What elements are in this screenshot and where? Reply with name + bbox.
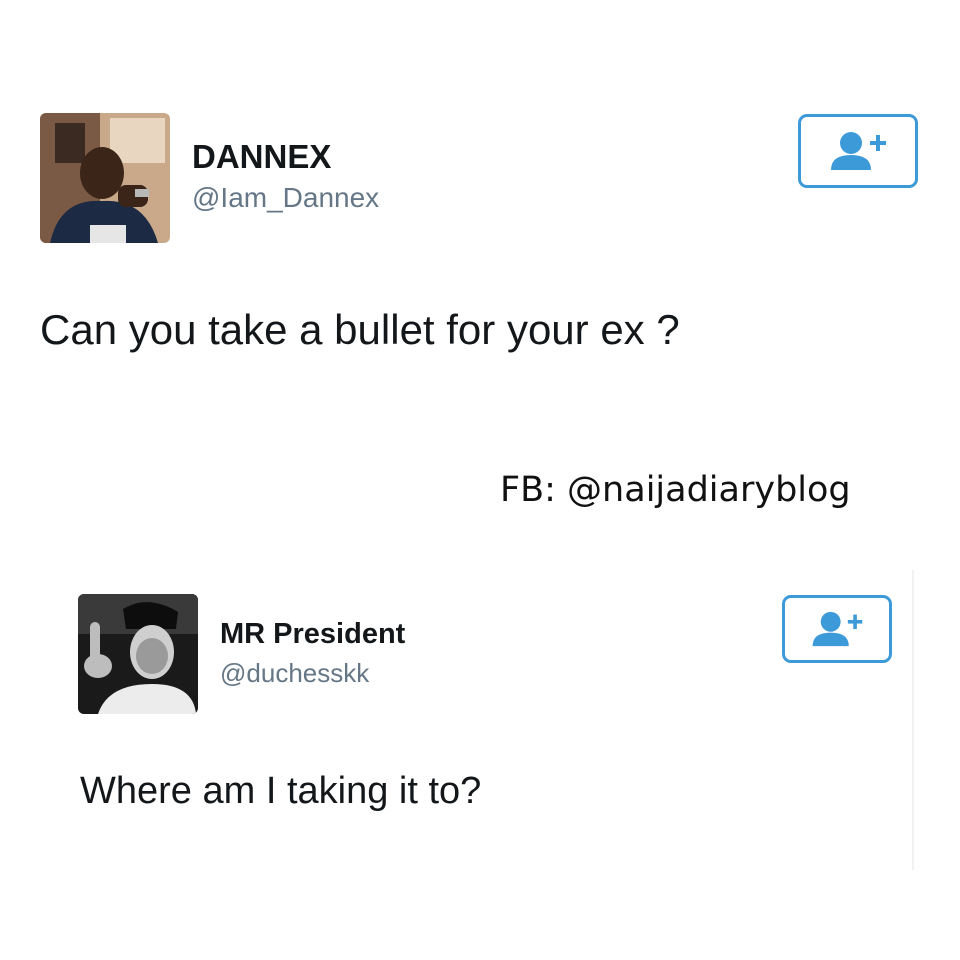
avatar-photo-icon	[78, 594, 198, 714]
avatar-dannex[interactable]	[40, 113, 170, 243]
tweet-mr-president: MR President @duchesskk Where am I takin…	[0, 570, 960, 870]
avatar-photo-icon	[40, 113, 170, 243]
watermark: FB: @naijadiaryblog	[500, 470, 851, 510]
screenshot-page: DANNEX @Iam_Dannex Can you take a bullet…	[0, 0, 960, 960]
follow-button[interactable]	[782, 595, 892, 663]
avatar-mr-president[interactable]	[78, 594, 198, 714]
follow-user-icon	[831, 132, 886, 170]
follow-user-icon	[812, 611, 863, 647]
display-name[interactable]: DANNEX	[192, 138, 331, 176]
tweet-dannex: DANNEX @Iam_Dannex Can you take a bullet…	[0, 0, 960, 380]
user-handle[interactable]: @Iam_Dannex	[192, 182, 379, 214]
tweet-text: Where am I taking it to?	[80, 770, 482, 812]
tweet-text: Can you take a bullet for your ex ?	[40, 306, 680, 353]
user-handle[interactable]: @duchesskk	[220, 658, 369, 689]
display-name[interactable]: MR President	[220, 618, 405, 651]
follow-button[interactable]	[798, 114, 918, 188]
